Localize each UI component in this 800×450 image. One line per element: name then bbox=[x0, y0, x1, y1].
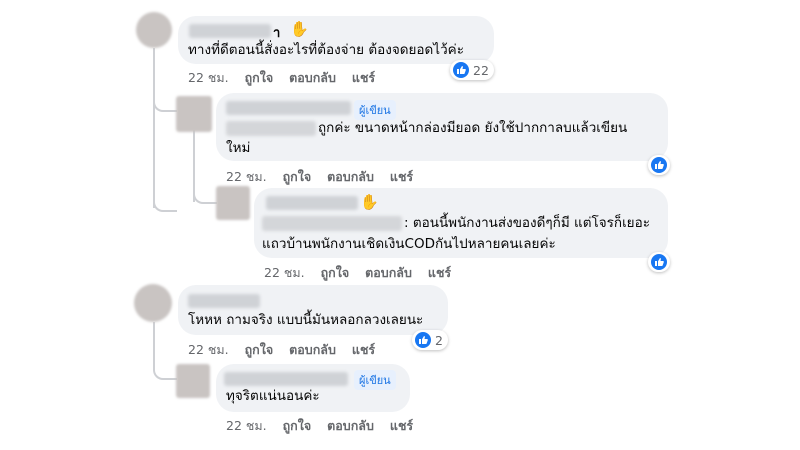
like-button[interactable]: ถูกใจ bbox=[283, 418, 312, 433]
thread-connector bbox=[153, 180, 177, 212]
like-button[interactable]: ถูกใจ bbox=[245, 70, 274, 85]
thread-connector bbox=[193, 180, 217, 204]
like-icon bbox=[651, 157, 667, 173]
thread-connector bbox=[153, 80, 177, 112]
like-button[interactable]: ถูกใจ bbox=[283, 169, 312, 184]
comment-text: ถูกค่ะ ขนาดหน้ากล่องมียอด ยังใช้ปากกาลบแ… bbox=[318, 120, 628, 136]
like-icon bbox=[415, 332, 431, 348]
author-badge: ผู้เขียน bbox=[354, 100, 396, 120]
commenter-name-redacted[interactable] bbox=[266, 196, 358, 210]
avatar[interactable] bbox=[176, 364, 210, 398]
like-button[interactable]: ถูกใจ bbox=[321, 265, 350, 280]
timestamp[interactable]: 22 ชม. bbox=[226, 418, 267, 433]
thread-line bbox=[153, 322, 155, 352]
like-button[interactable]: ถูกใจ bbox=[245, 342, 274, 357]
share-button[interactable]: แชร์ bbox=[390, 169, 413, 184]
mention-redacted[interactable] bbox=[262, 216, 402, 231]
comment-text: ทุจริตแน่นอนค่ะ bbox=[226, 388, 320, 404]
author-badge: ผู้เขียน bbox=[354, 370, 396, 390]
like-icon bbox=[651, 254, 667, 270]
reaction-count[interactable]: 2 bbox=[412, 330, 448, 350]
wave-hand-icon: ✋ bbox=[290, 20, 309, 38]
comment-bubble: โหหห ถามจริง แบบนี้มันหลอกลวงเลยนะ bbox=[178, 285, 448, 335]
thread-connector bbox=[153, 350, 177, 380]
reaction-count[interactable] bbox=[648, 252, 670, 272]
mention-redacted[interactable] bbox=[226, 121, 316, 136]
avatar[interactable] bbox=[216, 186, 250, 220]
wave-hand-icon: ✋ bbox=[360, 193, 379, 211]
avatar[interactable] bbox=[136, 12, 172, 48]
reply-button[interactable]: ตอบกลับ bbox=[289, 70, 336, 85]
timestamp[interactable]: 22 ชม. bbox=[188, 70, 229, 85]
timestamp[interactable]: 22 ชม. bbox=[188, 342, 229, 357]
commenter-name-redacted[interactable] bbox=[224, 372, 348, 386]
comment-bubble: ✋ : ตอนนี้พนักงานส่งของดีๆก็มี แต่โจรก็เ… bbox=[254, 188, 668, 258]
timestamp[interactable]: 22 ชม. bbox=[264, 265, 305, 280]
comment-text: ทางที่ดีตอนนี้สั่งอะไรที่ต้องจ่าย ต้องจด… bbox=[188, 42, 464, 58]
reaction-count[interactable] bbox=[648, 155, 670, 175]
comment-text-continued: ใหม่ bbox=[226, 140, 251, 156]
reply-button[interactable]: ตอบกลับ bbox=[289, 342, 336, 357]
comment-bubble: ผู้เขียน ทุจริตแน่นอนค่ะ bbox=[216, 364, 410, 412]
commenter-name-redacted[interactable] bbox=[189, 24, 271, 38]
commenter-name-redacted[interactable] bbox=[226, 101, 351, 115]
avatar[interactable] bbox=[134, 284, 172, 322]
comment-text: : ตอนนี้พนักงานส่งของดีๆก็มี แต่โจรก็เยอ… bbox=[404, 215, 650, 231]
reply-button[interactable]: ตอบกลับ bbox=[365, 265, 412, 280]
share-button[interactable]: แชร์ bbox=[352, 70, 375, 85]
comment-actions: 22 ชม. ถูกใจ ตอบกลับ แชร์ bbox=[264, 263, 467, 283]
comment-actions: 22 ชม. ถูกใจ ตอบกลับ แชร์ bbox=[226, 167, 429, 187]
comment-text-continued: แถวบ้านพนักงานเชิดเงินCODกันไปหลายคนเลยค… bbox=[262, 236, 556, 252]
reaction-count[interactable]: 22 bbox=[450, 60, 494, 80]
share-button[interactable]: แชร์ bbox=[390, 418, 413, 433]
comment-actions: 22 ชม. ถูกใจ ตอบกลับ แชร์ bbox=[226, 416, 429, 436]
share-button[interactable]: แชร์ bbox=[428, 265, 451, 280]
reply-button[interactable]: ตอบกลับ bbox=[327, 169, 374, 184]
avatar[interactable] bbox=[176, 96, 212, 132]
comment-text: โหหห ถามจริง แบบนี้มันหลอกลวงเลยนะ bbox=[188, 312, 424, 328]
comment-actions: 22 ชม. ถูกใจ ตอบกลับ แชร์ bbox=[188, 68, 391, 88]
comment-actions: 22 ชม. ถูกใจ ตอบกลับ แชร์ bbox=[188, 340, 391, 360]
comment-bubble: า ✋ ทางที่ดีตอนนี้สั่งอะไรที่ต้องจ่าย ต้… bbox=[178, 16, 494, 64]
timestamp[interactable]: 22 ชม. bbox=[226, 169, 267, 184]
reply-button[interactable]: ตอบกลับ bbox=[327, 418, 374, 433]
comment-bubble: ผู้เขียน ถูกค่ะ ขนาดหน้ากล่องมียอด ยังใช… bbox=[216, 93, 668, 161]
like-icon bbox=[453, 62, 469, 78]
share-button[interactable]: แชร์ bbox=[352, 342, 375, 357]
commenter-name-redacted[interactable] bbox=[188, 294, 260, 308]
